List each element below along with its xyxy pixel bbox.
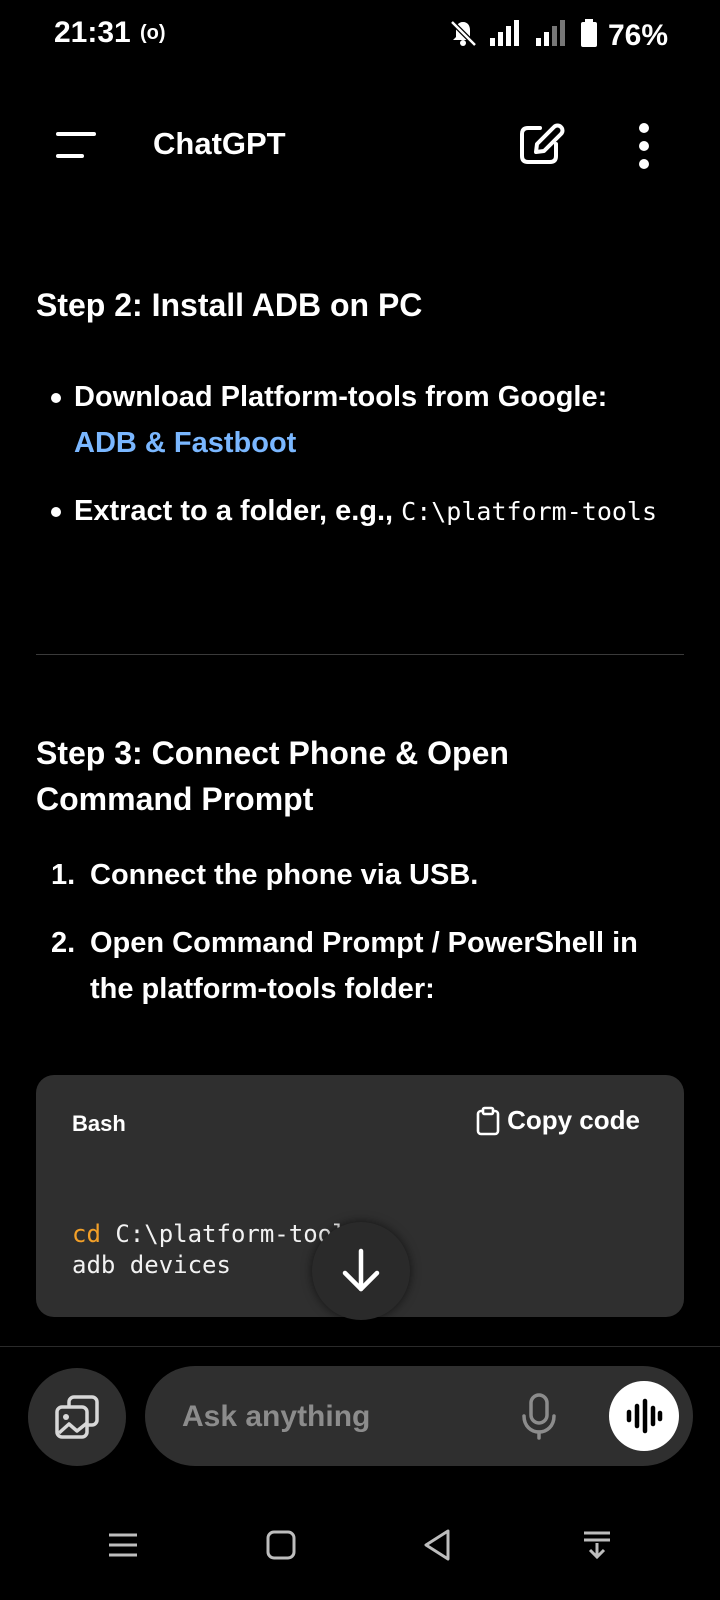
more-vertical-icon bbox=[639, 123, 649, 169]
mic-icon bbox=[522, 1393, 556, 1440]
list-item: Extract to a folder, e.g., C:\platform-t… bbox=[36, 488, 684, 535]
bullet-text: Download Platform-tools from Google: bbox=[74, 381, 608, 413]
code-language-label: Bash bbox=[72, 1111, 126, 1136]
adb-fastboot-link[interactable]: ADB & Fastboot bbox=[74, 420, 684, 466]
list-item: 1. Connect the phone via USB. bbox=[36, 852, 684, 898]
menu-button[interactable] bbox=[48, 120, 104, 170]
list-item: 2. Open Command Prompt / PowerShell in t… bbox=[36, 920, 684, 1012]
step3-heading: Step 3: Connect Phone & Open Command Pro… bbox=[36, 735, 509, 817]
hotspot-indicator: (o) bbox=[140, 22, 166, 44]
code-text: adb devices bbox=[72, 1251, 231, 1279]
code-keyword: cd bbox=[72, 1220, 101, 1248]
inline-code: C:\platform-tools bbox=[401, 497, 658, 526]
back-button[interactable] bbox=[412, 1520, 462, 1570]
signal-icon bbox=[488, 18, 524, 53]
list-number: 1. bbox=[51, 859, 76, 891]
signal-icon bbox=[534, 18, 570, 53]
copy-code-button[interactable]: Copy code bbox=[475, 1105, 640, 1136]
app-title: ChatGPT bbox=[153, 126, 286, 161]
status-time: 21:31 bbox=[54, 16, 131, 49]
composer-bar bbox=[145, 1366, 693, 1466]
list-item-text: Open Command Prompt / PowerShell in the … bbox=[90, 927, 638, 1005]
list-item-text: Connect the phone via USB. bbox=[90, 859, 479, 891]
new-chat-button[interactable] bbox=[514, 116, 568, 172]
ask-input[interactable] bbox=[180, 1391, 484, 1443]
clipboard-icon bbox=[476, 1106, 500, 1135]
battery-icon bbox=[580, 18, 598, 53]
app-bar: ChatGPT bbox=[0, 100, 720, 190]
arrow-down-icon bbox=[342, 1248, 380, 1292]
mute-bell-icon bbox=[448, 18, 478, 53]
mic-button[interactable] bbox=[515, 1392, 563, 1440]
copy-code-label: Copy code bbox=[507, 1105, 640, 1135]
scroll-to-bottom-button[interactable] bbox=[312, 1222, 410, 1320]
voice-mode-icon bbox=[626, 1398, 663, 1434]
bullet-text: Extract to a folder, e.g., bbox=[74, 495, 402, 527]
step3-ordered-list: 1. Connect the phone via USB. 2. Open Co… bbox=[36, 852, 684, 1012]
step2-heading: Step 2: Install ADB on PC bbox=[36, 287, 423, 323]
list-item: Download Platform-tools from Google: ADB… bbox=[36, 374, 684, 466]
home-icon bbox=[266, 1530, 296, 1560]
status-icons: 76% bbox=[448, 18, 668, 53]
status-bar: 21:31 (o) 76% bbox=[0, 0, 720, 72]
recent-apps-button[interactable] bbox=[98, 1520, 148, 1570]
system-nav-bar bbox=[0, 1510, 720, 1580]
menu-icon bbox=[56, 132, 96, 158]
section-divider bbox=[36, 654, 684, 655]
composer-divider bbox=[0, 1346, 720, 1347]
attach-image-icon bbox=[55, 1395, 99, 1439]
back-icon bbox=[424, 1529, 450, 1561]
battery-percent: 76% bbox=[607, 18, 668, 52]
notification-pull-button[interactable] bbox=[572, 1520, 622, 1570]
list-number: 2. bbox=[51, 927, 76, 959]
more-options-button[interactable] bbox=[624, 118, 664, 174]
attach-image-button[interactable] bbox=[28, 1368, 126, 1466]
new-chat-icon bbox=[520, 123, 565, 164]
home-button[interactable] bbox=[256, 1520, 306, 1570]
notification-pull-icon bbox=[584, 1531, 610, 1560]
voice-mode-button[interactable] bbox=[609, 1381, 679, 1451]
recent-apps-icon bbox=[109, 1533, 137, 1557]
step2-bullet-list: Download Platform-tools from Google: ADB… bbox=[36, 374, 684, 535]
